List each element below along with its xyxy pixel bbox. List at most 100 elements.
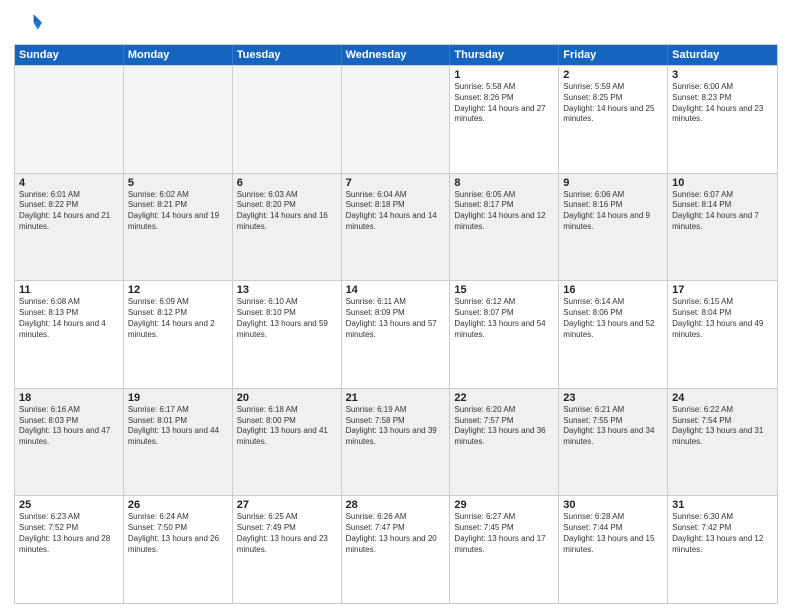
cell-3-1: 19 Sunrise: 6:17 AM Sunset: 8:01 PM Dayl… (124, 389, 233, 496)
cell-info: Sunrise: 6:14 AM Sunset: 8:06 PM Dayligh… (563, 297, 663, 340)
day-num: 13 (237, 284, 337, 296)
day-num: 17 (672, 284, 773, 296)
cell-info: Sunrise: 6:07 AM Sunset: 8:14 PM Dayligh… (672, 190, 773, 233)
day-num: 10 (672, 177, 773, 189)
header-monday: Monday (124, 45, 233, 65)
day-num: 9 (563, 177, 663, 189)
cell-1-0: 4 Sunrise: 6:01 AM Sunset: 8:22 PM Dayli… (15, 174, 124, 281)
cell-4-6: 31 Sunrise: 6:30 AM Sunset: 7:42 PM Dayl… (668, 496, 777, 603)
cell-0-4: 1 Sunrise: 5:58 AM Sunset: 8:26 PM Dayli… (450, 66, 559, 173)
cell-info: Sunrise: 6:09 AM Sunset: 8:12 PM Dayligh… (128, 297, 228, 340)
week-row-4: 18 Sunrise: 6:16 AM Sunset: 8:03 PM Dayl… (15, 388, 777, 496)
cell-4-3: 28 Sunrise: 6:26 AM Sunset: 7:47 PM Dayl… (342, 496, 451, 603)
cell-info: Sunrise: 6:23 AM Sunset: 7:52 PM Dayligh… (19, 512, 119, 555)
cell-4-5: 30 Sunrise: 6:28 AM Sunset: 7:44 PM Dayl… (559, 496, 668, 603)
cell-info: Sunrise: 6:03 AM Sunset: 8:20 PM Dayligh… (237, 190, 337, 233)
day-num: 18 (19, 392, 119, 404)
cell-4-4: 29 Sunrise: 6:27 AM Sunset: 7:45 PM Dayl… (450, 496, 559, 603)
header-friday: Friday (559, 45, 668, 65)
cell-info: Sunrise: 6:11 AM Sunset: 8:09 PM Dayligh… (346, 297, 446, 340)
cell-info: Sunrise: 6:26 AM Sunset: 7:47 PM Dayligh… (346, 512, 446, 555)
cell-info: Sunrise: 6:20 AM Sunset: 7:57 PM Dayligh… (454, 405, 554, 448)
cell-info: Sunrise: 6:28 AM Sunset: 7:44 PM Dayligh… (563, 512, 663, 555)
cell-1-3: 7 Sunrise: 6:04 AM Sunset: 8:18 PM Dayli… (342, 174, 451, 281)
cell-info: Sunrise: 6:21 AM Sunset: 7:55 PM Dayligh… (563, 405, 663, 448)
week-row-5: 25 Sunrise: 6:23 AM Sunset: 7:52 PM Dayl… (15, 495, 777, 603)
cell-3-5: 23 Sunrise: 6:21 AM Sunset: 7:55 PM Dayl… (559, 389, 668, 496)
cell-3-6: 24 Sunrise: 6:22 AM Sunset: 7:54 PM Dayl… (668, 389, 777, 496)
cell-1-5: 9 Sunrise: 6:06 AM Sunset: 8:16 PM Dayli… (559, 174, 668, 281)
cell-0-1 (124, 66, 233, 173)
cell-0-0 (15, 66, 124, 173)
cell-info: Sunrise: 6:08 AM Sunset: 8:13 PM Dayligh… (19, 297, 119, 340)
day-num: 8 (454, 177, 554, 189)
cell-0-3 (342, 66, 451, 173)
day-num: 29 (454, 499, 554, 511)
day-num: 15 (454, 284, 554, 296)
day-num: 28 (346, 499, 446, 511)
day-num: 14 (346, 284, 446, 296)
cell-3-3: 21 Sunrise: 6:19 AM Sunset: 7:58 PM Dayl… (342, 389, 451, 496)
cell-info: Sunrise: 6:18 AM Sunset: 8:00 PM Dayligh… (237, 405, 337, 448)
cell-info: Sunrise: 6:19 AM Sunset: 7:58 PM Dayligh… (346, 405, 446, 448)
day-num: 6 (237, 177, 337, 189)
cell-2-5: 16 Sunrise: 6:14 AM Sunset: 8:06 PM Dayl… (559, 281, 668, 388)
logo (14, 10, 44, 38)
cell-2-4: 15 Sunrise: 6:12 AM Sunset: 8:07 PM Dayl… (450, 281, 559, 388)
day-num: 24 (672, 392, 773, 404)
cell-info: Sunrise: 5:58 AM Sunset: 8:26 PM Dayligh… (454, 82, 554, 125)
cell-info: Sunrise: 6:27 AM Sunset: 7:45 PM Dayligh… (454, 512, 554, 555)
day-num: 26 (128, 499, 228, 511)
day-num: 4 (19, 177, 119, 189)
day-num: 19 (128, 392, 228, 404)
cell-2-1: 12 Sunrise: 6:09 AM Sunset: 8:12 PM Dayl… (124, 281, 233, 388)
cell-info: Sunrise: 6:00 AM Sunset: 8:23 PM Dayligh… (672, 82, 773, 125)
calendar-header-row: Sunday Monday Tuesday Wednesday Thursday… (15, 45, 777, 65)
cell-info: Sunrise: 6:15 AM Sunset: 8:04 PM Dayligh… (672, 297, 773, 340)
cell-2-3: 14 Sunrise: 6:11 AM Sunset: 8:09 PM Dayl… (342, 281, 451, 388)
header (14, 10, 778, 38)
cell-2-0: 11 Sunrise: 6:08 AM Sunset: 8:13 PM Dayl… (15, 281, 124, 388)
cell-3-0: 18 Sunrise: 6:16 AM Sunset: 8:03 PM Dayl… (15, 389, 124, 496)
cell-4-1: 26 Sunrise: 6:24 AM Sunset: 7:50 PM Dayl… (124, 496, 233, 603)
day-num: 22 (454, 392, 554, 404)
cell-0-2 (233, 66, 342, 173)
cell-info: Sunrise: 6:10 AM Sunset: 8:10 PM Dayligh… (237, 297, 337, 340)
cell-1-2: 6 Sunrise: 6:03 AM Sunset: 8:20 PM Dayli… (233, 174, 342, 281)
week-row-1: 1 Sunrise: 5:58 AM Sunset: 8:26 PM Dayli… (15, 65, 777, 173)
header-tuesday: Tuesday (233, 45, 342, 65)
cell-info: Sunrise: 5:59 AM Sunset: 8:25 PM Dayligh… (563, 82, 663, 125)
cell-info: Sunrise: 6:02 AM Sunset: 8:21 PM Dayligh… (128, 190, 228, 233)
day-num: 11 (19, 284, 119, 296)
header-wednesday: Wednesday (342, 45, 451, 65)
cell-0-6: 3 Sunrise: 6:00 AM Sunset: 8:23 PM Dayli… (668, 66, 777, 173)
cell-info: Sunrise: 6:16 AM Sunset: 8:03 PM Dayligh… (19, 405, 119, 448)
day-num: 5 (128, 177, 228, 189)
cell-info: Sunrise: 6:17 AM Sunset: 8:01 PM Dayligh… (128, 405, 228, 448)
page: Sunday Monday Tuesday Wednesday Thursday… (0, 0, 792, 612)
calendar: Sunday Monday Tuesday Wednesday Thursday… (14, 44, 778, 604)
header-saturday: Saturday (668, 45, 777, 65)
cell-info: Sunrise: 6:05 AM Sunset: 8:17 PM Dayligh… (454, 190, 554, 233)
cell-2-6: 17 Sunrise: 6:15 AM Sunset: 8:04 PM Dayl… (668, 281, 777, 388)
calendar-body: 1 Sunrise: 5:58 AM Sunset: 8:26 PM Dayli… (15, 65, 777, 603)
cell-3-4: 22 Sunrise: 6:20 AM Sunset: 7:57 PM Dayl… (450, 389, 559, 496)
cell-2-2: 13 Sunrise: 6:10 AM Sunset: 8:10 PM Dayl… (233, 281, 342, 388)
day-num: 2 (563, 69, 663, 81)
day-num: 3 (672, 69, 773, 81)
cell-info: Sunrise: 6:01 AM Sunset: 8:22 PM Dayligh… (19, 190, 119, 233)
cell-info: Sunrise: 6:06 AM Sunset: 8:16 PM Dayligh… (563, 190, 663, 233)
day-num: 7 (346, 177, 446, 189)
day-num: 27 (237, 499, 337, 511)
cell-4-2: 27 Sunrise: 6:25 AM Sunset: 7:49 PM Dayl… (233, 496, 342, 603)
day-num: 20 (237, 392, 337, 404)
day-num: 30 (563, 499, 663, 511)
day-num: 21 (346, 392, 446, 404)
week-row-2: 4 Sunrise: 6:01 AM Sunset: 8:22 PM Dayli… (15, 173, 777, 281)
cell-1-1: 5 Sunrise: 6:02 AM Sunset: 8:21 PM Dayli… (124, 174, 233, 281)
header-thursday: Thursday (450, 45, 559, 65)
day-num: 23 (563, 392, 663, 404)
day-num: 25 (19, 499, 119, 511)
cell-1-6: 10 Sunrise: 6:07 AM Sunset: 8:14 PM Dayl… (668, 174, 777, 281)
day-num: 1 (454, 69, 554, 81)
